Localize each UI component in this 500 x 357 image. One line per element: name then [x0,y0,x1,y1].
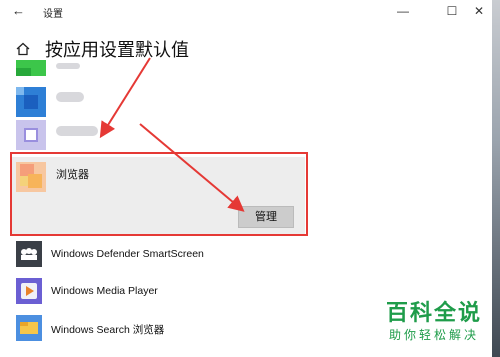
desktop-background-strip [492,0,500,357]
arrow-to-app [99,57,151,139]
watermark-subtitle: 助你轻松解决 [388,328,479,342]
settings-window: ← 设置 — ☐ ✕ 按应用设置默认值 浏览器 管理 Windows Defen… [0,0,492,357]
arrow-to-manage [139,123,245,212]
watermark-title: 百科全说 [385,300,482,325]
watermark: 百科全说 助你轻松解决 [376,300,492,343]
